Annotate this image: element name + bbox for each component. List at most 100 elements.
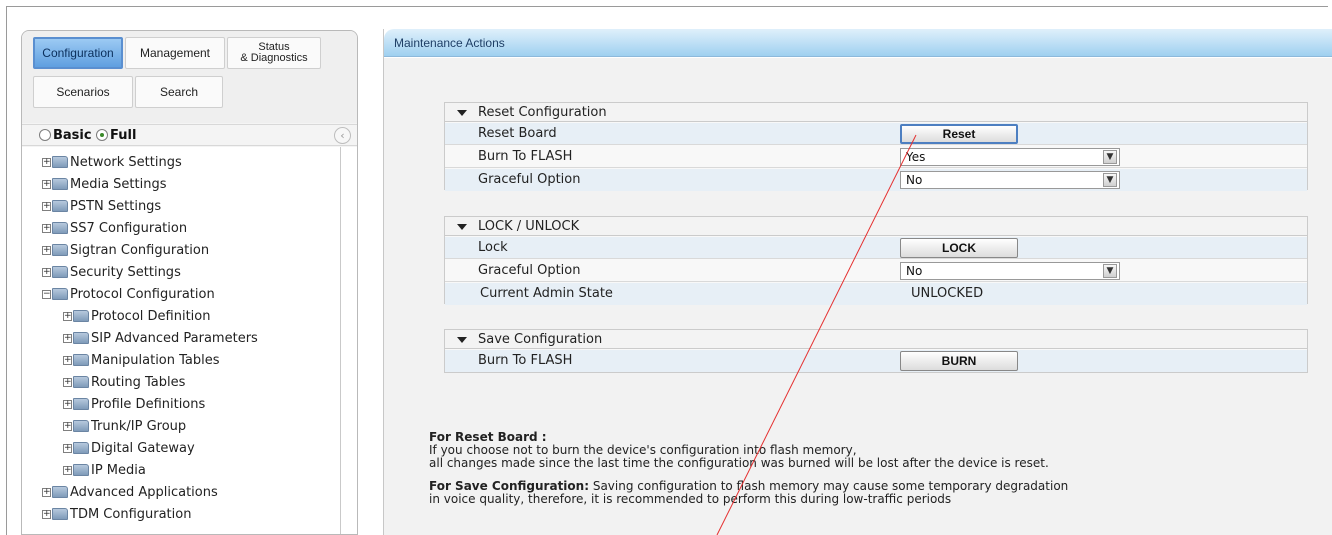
- expand-icon[interactable]: +: [63, 443, 72, 453]
- lock-button[interactable]: LOCK: [900, 238, 1018, 258]
- tab-scenarios-label: Scenarios: [56, 85, 110, 99]
- expand-icon[interactable]: +: [42, 245, 51, 255]
- tab-management[interactable]: Management: [125, 37, 225, 69]
- tree-item-label: Protocol Definition: [91, 308, 211, 324]
- reset-board-row: Reset Board Reset: [445, 123, 1307, 145]
- main-panel: Maintenance Actions Reset Configuration …: [383, 29, 1332, 535]
- lock-label: Lock: [478, 240, 508, 255]
- expand-icon[interactable]: +: [63, 377, 72, 387]
- view-mode-bar: Basic Full ‹: [22, 124, 357, 146]
- tree-item-sip-advanced-parameters[interactable]: + SIP Advanced Parameters: [63, 327, 258, 349]
- tree-item-security-settings[interactable]: + Security Settings: [42, 261, 181, 283]
- expand-icon[interactable]: +: [63, 399, 72, 409]
- lock-graceful-option-select[interactable]: No ▼: [900, 262, 1120, 280]
- reset-note-line2: all changes made since the last time the…: [429, 456, 1049, 470]
- folder-icon: [73, 310, 89, 322]
- tree-item-network-settings[interactable]: + Network Settings: [42, 151, 182, 173]
- reset-board-label: Reset Board: [478, 126, 557, 141]
- nav-tab-bar: Configuration Management Status & Diagno…: [22, 31, 357, 123]
- tab-status-diagnostics[interactable]: Status & Diagnostics: [227, 37, 321, 69]
- tree-item-label: Manipulation Tables: [91, 352, 220, 368]
- tree-item-tdm-configuration[interactable]: + TDM Configuration: [42, 503, 191, 525]
- tree-item-sigtran-configuration[interactable]: + Sigtran Configuration: [42, 239, 209, 261]
- tree-item-manipulation-tables[interactable]: + Manipulation Tables: [63, 349, 220, 371]
- folder-icon: [73, 376, 89, 388]
- chevron-down-icon[interactable]: ▼: [1103, 173, 1117, 187]
- save-note-heading: For Save Configuration:: [429, 479, 590, 493]
- reset-configuration-section: Reset Configuration Reset Board Reset Bu…: [444, 102, 1308, 191]
- expand-icon[interactable]: +: [42, 157, 51, 167]
- tree-item-routing-tables[interactable]: + Routing Tables: [63, 371, 185, 393]
- collapse-icon[interactable]: −: [42, 289, 51, 299]
- reset-section-title: Reset Configuration: [478, 105, 607, 120]
- folder-icon: [52, 266, 68, 278]
- save-note-text: Saving configuration to flash memory may…: [589, 479, 1069, 493]
- admin-state-row: Current Admin State UNLOCKED: [445, 283, 1307, 305]
- expand-icon[interactable]: +: [42, 223, 51, 233]
- expand-icon[interactable]: +: [63, 355, 72, 365]
- basic-radio-label: Basic: [53, 128, 92, 143]
- tab-management-label: Management: [139, 46, 211, 60]
- chevron-down-icon[interactable]: ▼: [1103, 264, 1117, 278]
- burn-button[interactable]: BURN: [900, 351, 1018, 371]
- graceful-option-label: Graceful Option: [478, 172, 581, 187]
- admin-state-value: UNLOCKED: [911, 286, 984, 301]
- tree-item-profile-definitions[interactable]: + Profile Definitions: [63, 393, 205, 415]
- folder-icon: [73, 398, 89, 410]
- chevron-down-icon[interactable]: ▼: [1103, 150, 1117, 164]
- save-section-header[interactable]: Save Configuration: [445, 330, 1307, 349]
- basic-radio[interactable]: [39, 129, 51, 141]
- collapse-triangle-icon[interactable]: [457, 337, 467, 343]
- collapse-panel-icon[interactable]: ‹: [334, 127, 351, 144]
- panel-content: Reset Configuration Reset Board Reset Bu…: [384, 58, 1332, 535]
- navigation-panel: Configuration Management Status & Diagno…: [21, 30, 358, 535]
- tree-item-media-settings[interactable]: + Media Settings: [42, 173, 167, 195]
- window-border-left: [6, 6, 7, 535]
- save-note-line2: in voice quality, therefore, it is recom…: [429, 492, 952, 506]
- folder-icon: [73, 464, 89, 476]
- save-burn-label: Burn To FLASH: [478, 353, 573, 368]
- collapse-triangle-icon[interactable]: [457, 224, 467, 230]
- folder-icon: [73, 420, 89, 432]
- tree-item-label: TDM Configuration: [70, 506, 192, 522]
- tab-scenarios[interactable]: Scenarios: [33, 76, 133, 108]
- tree-item-advanced-applications[interactable]: + Advanced Applications: [42, 481, 218, 503]
- full-radio-label: Full: [110, 128, 137, 143]
- reset-button[interactable]: Reset: [900, 124, 1018, 144]
- tree-item-ss7-configuration[interactable]: + SS7 Configuration: [42, 217, 187, 239]
- expand-icon[interactable]: +: [42, 179, 51, 189]
- expand-icon[interactable]: +: [42, 267, 51, 277]
- tree-item-ip-media[interactable]: + IP Media: [63, 459, 146, 481]
- folder-icon: [52, 178, 68, 190]
- expand-icon[interactable]: +: [63, 333, 72, 343]
- folder-icon: [52, 200, 68, 212]
- tree-item-digital-gateway[interactable]: + Digital Gateway: [63, 437, 195, 459]
- tree-item-pstn-settings[interactable]: + PSTN Settings: [42, 195, 161, 217]
- tab-search[interactable]: Search: [135, 76, 223, 108]
- save-configuration-section: Save Configuration Burn To FLASH BURN: [444, 329, 1308, 373]
- graceful-option-select[interactable]: No ▼: [900, 171, 1120, 189]
- tree-item-label: Network Settings: [70, 154, 182, 170]
- tree-item-label: Digital Gateway: [91, 440, 195, 456]
- full-radio[interactable]: [96, 129, 108, 141]
- tree-item-protocol-definition[interactable]: + Protocol Definition: [63, 305, 210, 327]
- tab-diagnostics-label: & Diagnostics: [240, 52, 308, 64]
- window-border-top: [6, 6, 1328, 7]
- burn-to-flash-select[interactable]: Yes ▼: [900, 148, 1120, 166]
- tab-configuration[interactable]: Configuration: [33, 37, 123, 69]
- reset-section-header[interactable]: Reset Configuration: [445, 103, 1307, 122]
- expand-icon[interactable]: +: [63, 311, 72, 321]
- tree-item-trunk-ip-group[interactable]: + Trunk/IP Group: [63, 415, 186, 437]
- lock-section-header[interactable]: LOCK / UNLOCK: [445, 217, 1307, 236]
- expand-icon[interactable]: +: [63, 421, 72, 431]
- expand-icon[interactable]: +: [42, 487, 51, 497]
- save-section-title: Save Configuration: [478, 332, 603, 347]
- expand-icon[interactable]: +: [42, 509, 51, 519]
- folder-icon: [52, 508, 68, 520]
- graceful-option-row: Graceful Option No ▼: [445, 169, 1307, 191]
- expand-icon[interactable]: +: [63, 465, 72, 475]
- collapse-triangle-icon[interactable]: [457, 110, 467, 116]
- burn-to-flash-value: Yes: [906, 150, 926, 164]
- expand-icon[interactable]: +: [42, 201, 51, 211]
- tree-item-protocol-configuration[interactable]: − Protocol Configuration: [42, 283, 215, 305]
